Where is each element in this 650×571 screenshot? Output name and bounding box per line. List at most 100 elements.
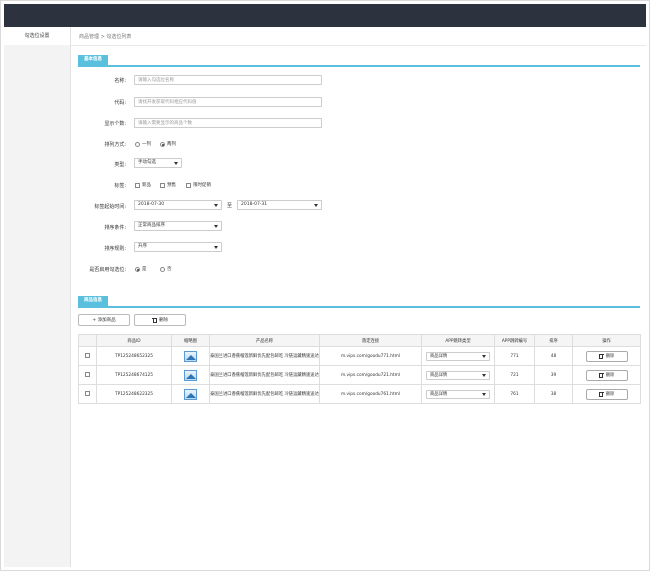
app-jump-type-select[interactable]: 商品详情 — [426, 389, 490, 399]
tag-end-date-select[interactable]: 2018-07-31 — [237, 200, 322, 210]
radio-icon — [135, 141, 140, 147]
thumbnail-image-icon[interactable] — [184, 388, 197, 400]
delete-goods-button[interactable]: 删除 — [134, 314, 186, 326]
type-select-value: 手动勾选 — [138, 160, 156, 165]
column-header-select — [78, 334, 97, 347]
sort-condition-select[interactable]: 正常商品排序 — [134, 221, 222, 231]
tag-time-label: 标签起始时间: — [94, 204, 126, 210]
row-delete-button[interactable]: 删除 — [585, 369, 628, 381]
landing-link-cell: m.vips.com/goodu771.html — [319, 346, 422, 366]
enable-label: 是否启用勾选位: — [89, 267, 126, 273]
option-label: 限时促销 — [193, 183, 211, 188]
column-header-landing-link: 落定连接 — [319, 334, 422, 347]
display-count-input[interactable] — [134, 118, 322, 128]
radio-checked-icon — [135, 266, 140, 272]
checkbox-icon — [160, 182, 165, 188]
thumbnail-image-icon[interactable] — [184, 350, 197, 362]
tags-label: 标签: — [114, 183, 126, 189]
thumbnail-image-icon[interactable] — [184, 369, 197, 381]
app-jump-number-cell: 721 — [494, 365, 535, 385]
row-checkbox[interactable] — [85, 391, 90, 396]
row-delete-button[interactable]: 删除 — [585, 350, 628, 362]
type-select[interactable]: 手动勾选 — [134, 158, 182, 168]
column-header-order: 排序 — [534, 334, 573, 347]
product-name-cell: 泰国兰进口香蕉榴莲新鲜优先配包邮吃 冷链运藏精速送达 — [209, 365, 320, 385]
tag-checkbox-flash-sale[interactable]: 限时促销 — [186, 182, 211, 188]
date-range-separator: 至 — [227, 203, 233, 209]
sidebar: 勾选位设置 — [4, 27, 71, 567]
enable-option-no[interactable]: 否 — [160, 266, 172, 272]
delete-label: 删除 — [159, 318, 168, 323]
row-delete-button[interactable]: 删除 — [585, 388, 628, 400]
actions-cell: 删除 — [572, 384, 641, 404]
jump-type-value: 商品详情 — [430, 391, 448, 397]
sort-condition-value: 正常商品排序 — [138, 223, 165, 228]
code-label: 代码: — [114, 100, 126, 106]
end-date-value: 2018-07-31 — [241, 202, 268, 207]
name-label: 名称: — [114, 78, 126, 84]
thumbnail-cell — [171, 365, 210, 385]
chevron-down-icon — [482, 374, 486, 377]
trash-icon — [598, 372, 604, 378]
layout-option-one-column[interactable]: 一列 — [135, 141, 151, 147]
section-divider-goods — [78, 306, 640, 308]
table-row: TP125248622325 泰国兰进口香蕉榴莲新鲜优先配包邮吃 冷链运藏精速送… — [78, 384, 641, 404]
order-cell: 38 — [534, 384, 573, 404]
option-label: 是 — [142, 267, 147, 272]
add-goods-button[interactable]: + 添加商品 — [78, 314, 130, 326]
goods-id-cell: TP125248652325 — [96, 346, 172, 366]
app-jump-number-cell: 761 — [494, 384, 535, 404]
landing-link-cell: m.vips.com/goodu761.html — [319, 384, 422, 404]
row-select-cell — [78, 346, 97, 366]
section-title-basic-info: 基本信息 — [78, 55, 108, 65]
chevron-down-icon — [214, 204, 218, 207]
row-select-cell — [78, 384, 97, 404]
option-label: 否 — [167, 267, 172, 272]
thumbnail-cell — [171, 384, 210, 404]
display-count-label: 显示个数: — [104, 121, 126, 127]
chevron-down-icon — [214, 246, 218, 249]
checkbox-icon — [135, 182, 140, 188]
sort-rule-select[interactable]: 升序 — [134, 242, 222, 252]
app-jump-type-cell: 商品详情 — [421, 384, 495, 404]
start-date-value: 2018-07-30 — [138, 202, 165, 207]
table-row: TP125248652325 泰国兰进口香蕉榴莲新鲜优先配包邮吃 冷链运藏精速送… — [78, 346, 641, 366]
row-select-cell — [78, 365, 97, 385]
top-navigation-bar — [4, 4, 646, 27]
chevron-down-icon — [482, 393, 486, 396]
option-label: 新品 — [142, 183, 151, 188]
app-jump-type-select[interactable]: 商品详情 — [426, 351, 490, 361]
tag-checkbox-presale[interactable]: 预售 — [160, 182, 176, 188]
code-input[interactable] — [134, 97, 322, 107]
option-label: 预售 — [167, 183, 176, 188]
landing-link-cell: m.vips.com/goodu721.html — [319, 365, 422, 385]
row-checkbox[interactable] — [85, 372, 90, 377]
chevron-down-icon — [174, 162, 178, 165]
column-header-goods-id: 商品ID — [96, 334, 172, 347]
table-row: TP125248674125 泰国兰进口香蕉榴莲新鲜优先配包邮吃 冷链运藏精速送… — [78, 365, 641, 385]
breadcrumb-divider — [71, 45, 646, 46]
sidebar-item-checkbox-slot-settings[interactable]: 勾选位设置 — [4, 27, 70, 45]
breadcrumb: 商品管理 > 勾选位列表 — [79, 34, 132, 40]
app-jump-type-cell: 商品详情 — [421, 365, 495, 385]
sort-rule-label: 排序规则: — [104, 246, 126, 252]
sort-rule-value: 升序 — [138, 244, 147, 249]
name-input[interactable] — [134, 75, 322, 85]
chevron-down-icon — [482, 355, 486, 358]
goods-table: 商品ID 缩略图 产品名称 落定连接 APP跳转类型 APP跳转编号 排序 操作… — [78, 334, 641, 404]
tag-checkbox-new[interactable]: 新品 — [135, 182, 151, 188]
radio-checked-icon — [160, 141, 165, 147]
tag-start-date-select[interactable]: 2018-07-30 — [134, 200, 222, 210]
layout-label: 排列方式: — [104, 142, 126, 148]
enable-option-yes[interactable]: 是 — [135, 266, 147, 272]
trash-icon — [598, 353, 604, 359]
column-header-product-name: 产品名称 — [209, 334, 320, 347]
chevron-down-icon — [214, 225, 218, 228]
chevron-down-icon — [314, 204, 318, 207]
layout-option-two-columns[interactable]: 两列 — [160, 141, 176, 147]
app-jump-type-select[interactable]: 商品详情 — [426, 370, 490, 380]
product-name-cell: 泰国兰进口香蕉榴莲新鲜优先配包邮吃 冷链运藏精速送达 — [209, 384, 320, 404]
delete-label: 删除 — [605, 392, 615, 397]
row-checkbox[interactable] — [85, 353, 90, 358]
sort-condition-label: 排序条件: — [104, 225, 126, 231]
